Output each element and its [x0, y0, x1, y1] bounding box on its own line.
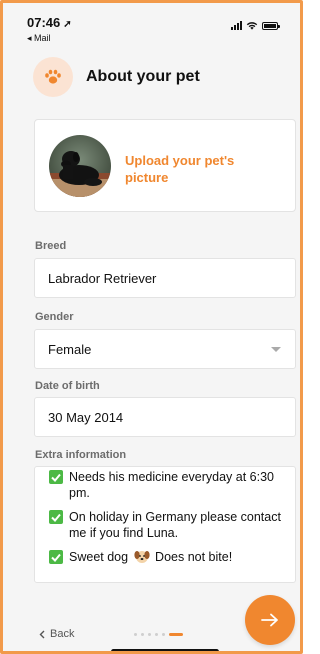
note-text-3: Sweet dog Does not bite! — [69, 549, 232, 565]
checkmark-icon — [49, 510, 63, 524]
app-frame: 07:46 ➚ ◂ Mail About your pet Upload you… — [0, 0, 303, 654]
status-time: 07:46 ➚ — [27, 15, 72, 30]
gender-label: Gender — [35, 311, 74, 323]
next-button[interactable] — [245, 595, 295, 645]
extra-info-textarea[interactable]: Needs his medicine everyday at 6:30 pm. … — [34, 466, 296, 583]
back-to-mail-link[interactable]: ◂ Mail — [27, 33, 51, 44]
arrow-right-icon — [261, 613, 278, 627]
progress-dot — [148, 633, 151, 636]
pet-photo[interactable] — [49, 135, 111, 197]
note-text: Needs his medicine everyday at 6:30 pm. — [69, 470, 274, 500]
checkmark-icon — [49, 550, 63, 564]
breed-label: Breed — [35, 240, 67, 252]
note-item: On holiday in Germany please contact me … — [49, 509, 285, 541]
progress-dot — [141, 633, 144, 636]
dob-value: 30 May 2014 — [48, 409, 124, 425]
progress-dot-active — [169, 633, 183, 636]
cellular-signal-icon — [231, 21, 242, 30]
note-item: Needs his medicine everyday at 6:30 pm. — [49, 469, 285, 501]
home-indicator — [111, 649, 219, 651]
checkmark-icon — [49, 470, 63, 484]
wifi-icon — [246, 22, 258, 30]
status-bar: 07:46 ➚ ◂ Mail — [3, 3, 300, 47]
status-icons — [231, 21, 280, 30]
breed-input[interactable]: Labrador Retriever — [34, 258, 296, 298]
dob-input[interactable]: 30 May 2014 — [34, 397, 296, 437]
progress-dot — [155, 633, 158, 636]
dob-label: Date of birth — [35, 380, 100, 392]
progress-dot — [134, 633, 137, 636]
back-label: Back — [50, 628, 75, 640]
chevron-left-icon — [39, 630, 45, 638]
back-button[interactable]: Back — [39, 628, 74, 640]
gender-value: Female — [48, 341, 92, 357]
paw-icon — [33, 57, 73, 97]
location-arrow-icon: ➚ — [63, 19, 72, 30]
note-item: Sweet dog Does not bite! — [49, 549, 285, 565]
progress-dots — [134, 633, 183, 636]
extra-info-label: Extra information — [35, 449, 127, 461]
note-text: On holiday in Germany please contact me … — [69, 510, 281, 540]
dog-face-icon — [133, 551, 150, 563]
page-header: About your pet — [33, 57, 200, 97]
note-text-before: Sweet dog — [69, 550, 129, 564]
page-title: About your pet — [86, 68, 200, 85]
note-text-after: Does not bite! — [155, 550, 233, 564]
status-time-text: 07:46 — [27, 15, 61, 30]
breed-value: Labrador Retriever — [48, 270, 157, 286]
upload-picture-card[interactable]: Upload your pet's picture — [34, 119, 296, 212]
gender-select[interactable]: Female — [34, 329, 296, 369]
battery-icon — [262, 21, 280, 30]
chevron-down-icon — [271, 347, 281, 352]
upload-picture-label[interactable]: Upload your pet's picture — [125, 152, 275, 186]
progress-dot — [162, 633, 165, 636]
